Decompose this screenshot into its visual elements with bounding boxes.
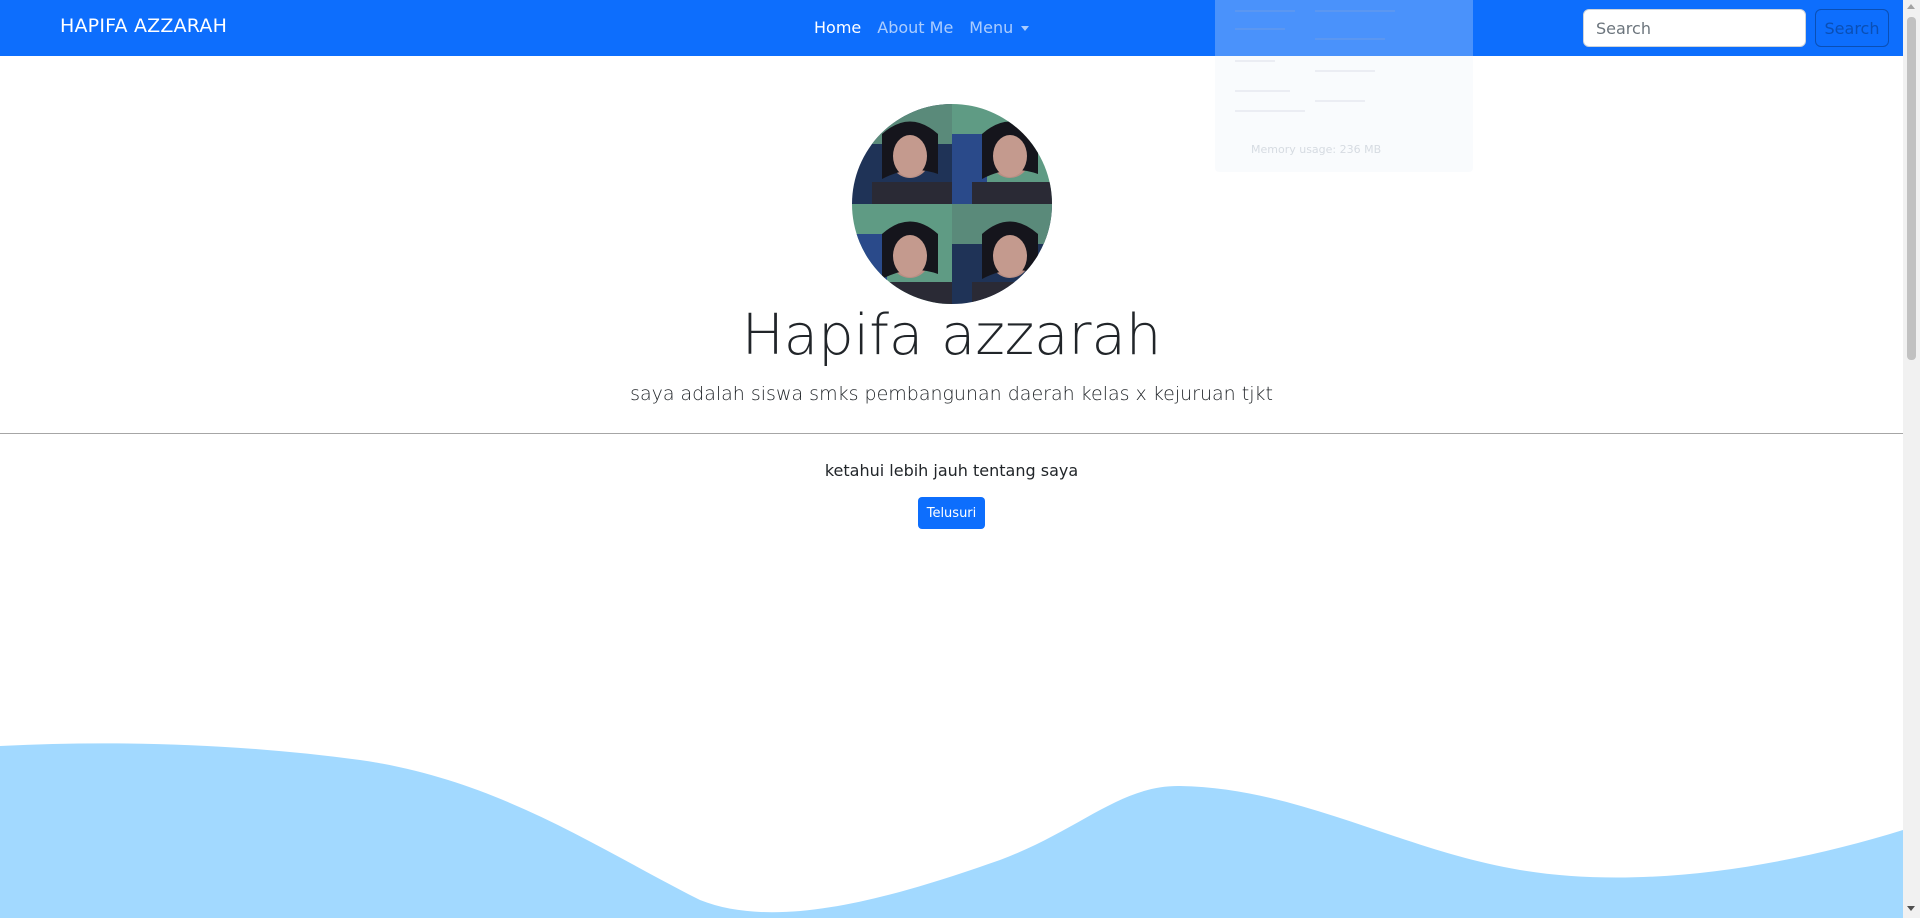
avatar-tile-br — [952, 204, 1052, 304]
scroll-down-icon[interactable] — [1907, 906, 1915, 911]
page-title: Hapifa azzarah — [741, 303, 1162, 368]
navbar-brand[interactable]: HAPIFA AZZARAH — [60, 15, 227, 37]
nav-menu-dropdown[interactable]: Menu — [969, 18, 1030, 37]
profile-description: saya adalah siswa smks pembangunan daera… — [630, 383, 1273, 405]
chevron-down-icon — [1021, 26, 1030, 31]
navbar: HAPIFA AZZARAH Home About Me Menu Search — [0, 0, 1903, 56]
nav-home-link[interactable]: Home — [814, 18, 861, 37]
divider — [0, 433, 1903, 434]
avatar-tile-tl — [852, 104, 952, 204]
search-button[interactable]: Search — [1815, 9, 1889, 47]
scrollbar-thumb[interactable] — [1907, 17, 1916, 360]
avatar-tile-tr — [952, 104, 1052, 204]
nav-menu-label: Menu — [969, 18, 1014, 37]
lead-text: ketahui lebih jauh tentang saya — [824, 461, 1079, 480]
avatar-tile-bl — [852, 204, 952, 304]
avatar — [852, 104, 1052, 304]
nav-links: Home About Me Menu — [814, 18, 1045, 37]
avatar-image — [852, 104, 1052, 304]
ghost-overlay: Memory usage: 236 MB — [1215, 0, 1473, 172]
nav-about-link[interactable]: About Me — [877, 18, 953, 37]
vertical-scrollbar[interactable] — [1903, 0, 1920, 918]
search-input[interactable] — [1583, 9, 1806, 47]
telusuri-button[interactable]: Telusuri — [918, 497, 985, 529]
memory-usage-text: Memory usage: 236 MB — [1251, 143, 1382, 156]
wave-decoration — [0, 743, 1903, 918]
scroll-up-icon[interactable] — [1907, 4, 1915, 9]
